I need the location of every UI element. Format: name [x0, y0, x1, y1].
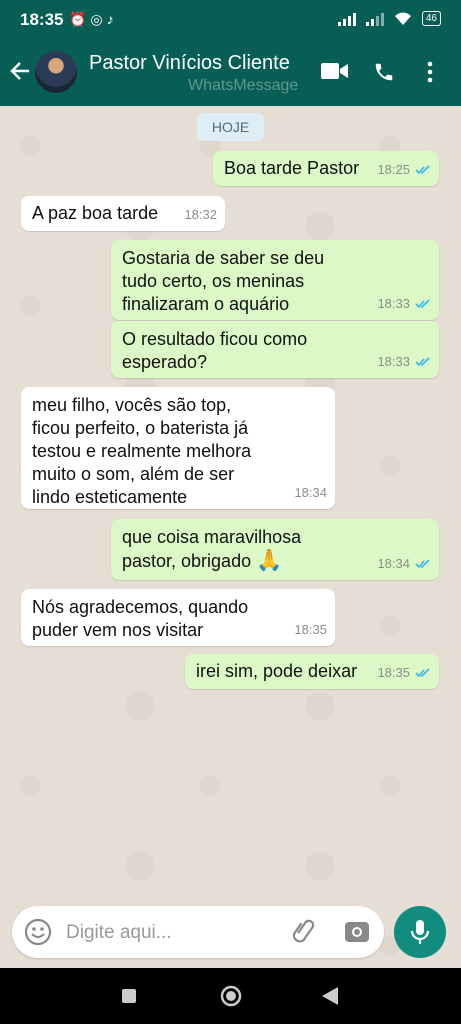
status-time: 18:35	[20, 10, 64, 29]
message-bubble-outgoing[interactable]: O resultado ficou como esperado? 18:33	[111, 321, 439, 378]
video-call-icon[interactable]	[321, 62, 348, 80]
message-meta: 18:35	[377, 661, 431, 684]
status-bar: 18:35 ⏰◎♪ 46	[0, 0, 461, 40]
read-ticks-icon	[415, 667, 430, 677]
date-chip: HOJE	[197, 113, 264, 141]
message-bubble-incoming[interactable]: A paz boa tarde 18:32	[21, 196, 225, 231]
watermark: WhatsMessage	[188, 77, 299, 94]
message-meta: 18:34	[377, 552, 431, 575]
read-ticks-icon	[415, 164, 430, 174]
message-bubble-outgoing[interactable]: Gostaria de saber se deu tudo certo, os …	[111, 240, 439, 320]
message-bubble-outgoing[interactable]: Boa tarde Pastor 18:25	[213, 151, 439, 186]
message-bubble-outgoing[interactable]: irei sim, pode deixar 18:35	[185, 654, 439, 689]
back-arrow-icon[interactable]	[9, 60, 31, 82]
mic-icon	[410, 920, 430, 944]
message-time: 18:34	[377, 556, 410, 571]
attach-icon[interactable]	[290, 918, 318, 946]
mic-button[interactable]	[394, 906, 446, 958]
message-text: meu filho, vocês são top, ficou perfeito…	[32, 395, 252, 507]
contact-name[interactable]: Pastor Vinícios Cliente	[89, 52, 290, 75]
message-time: 18:25	[377, 162, 410, 177]
message-text: Nós agradecemos, quando puder vem nos vi…	[32, 597, 249, 640]
message-meta: 18:32	[184, 203, 217, 226]
avatar[interactable]	[35, 51, 77, 93]
message-text: irei sim, pode deixar	[196, 661, 358, 681]
message-meta: 18:25	[377, 158, 431, 181]
message-bubble-incoming[interactable]: meu filho, vocês são top, ficou perfeito…	[21, 387, 335, 509]
message-text: Boa tarde Pastor	[224, 158, 360, 178]
wifi-icon	[394, 12, 411, 25]
message-meta: 18:33	[377, 292, 431, 315]
read-ticks-icon	[415, 356, 430, 366]
recents-icon[interactable]	[121, 988, 137, 1004]
message-text: O resultado ficou como esperado?	[122, 329, 308, 372]
message-time: 18:32	[184, 207, 217, 222]
message-meta: 18:35	[294, 618, 327, 641]
message-composer	[12, 906, 384, 958]
camera-icon[interactable]	[343, 918, 371, 946]
phone-icon[interactable]	[373, 61, 395, 83]
message-meta: 18:33	[377, 350, 431, 373]
message-bubble-outgoing[interactable]: que coisa maravilhosa pastor, obrigado 🙏…	[111, 519, 439, 580]
praying-hands-icon: 🙏	[256, 549, 283, 572]
chat-area[interactable]: HOJE Boa tarde Pastor 18:25 A paz boa ta…	[0, 106, 461, 968]
signal-2-icon	[365, 12, 384, 26]
battery-icon: 46	[421, 11, 441, 26]
message-text: Gostaria de saber se deu tudo certo, os …	[122, 248, 325, 314]
system-nav-bar	[0, 968, 461, 1024]
read-ticks-icon	[415, 558, 430, 568]
message-time: 18:33	[377, 296, 410, 311]
emoji-icon[interactable]	[24, 918, 52, 946]
back-nav-icon[interactable]	[321, 986, 339, 1006]
read-ticks-icon	[415, 298, 430, 308]
notification-icons: ⏰◎♪	[69, 11, 118, 27]
message-time: 18:33	[377, 354, 410, 369]
more-options-icon[interactable]	[426, 61, 434, 83]
home-icon[interactable]	[219, 984, 243, 1008]
message-meta: 18:34	[294, 481, 327, 504]
status-right: 46	[337, 11, 441, 26]
message-time: 18:35	[294, 622, 327, 637]
message-input[interactable]	[64, 916, 283, 950]
message-bubble-incoming[interactable]: Nós agradecemos, quando puder vem nos vi…	[21, 589, 335, 646]
message-time: 18:35	[377, 665, 410, 680]
message-text: A paz boa tarde	[32, 203, 159, 223]
message-time: 18:34	[294, 485, 327, 500]
chat-header: Pastor Vinícios Cliente WhatsMessage	[0, 40, 461, 106]
signal-icon	[337, 12, 356, 26]
